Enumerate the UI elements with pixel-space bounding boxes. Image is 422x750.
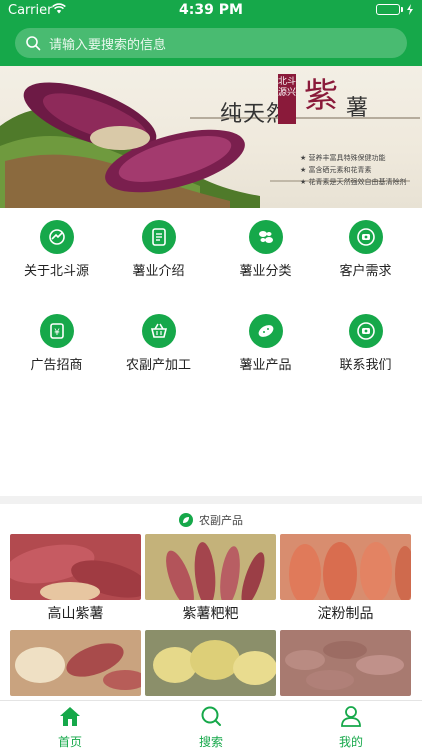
app-screen: Carrier 4:39 PM 请输入要搜索的信息 纯天然 北斗源兴 紫 薯 ★… xyxy=(0,0,422,750)
category-label: 关于北斗源 xyxy=(23,264,89,279)
tab-profile[interactable]: 我的 xyxy=(311,705,391,750)
category-contact[interactable]: 联系我们 xyxy=(313,314,418,374)
section-header: 农副产品 xyxy=(0,510,422,530)
category-grid: 关于北斗源 薯业介绍 薯业分类 客户需求 ¥ 广告招商 农副产加工 薯业产品 联… xyxy=(0,208,422,496)
leaves-icon xyxy=(248,220,283,254)
product-image xyxy=(280,534,411,600)
clock: 4:39 PM xyxy=(179,2,243,18)
product-image xyxy=(145,630,276,696)
potato-icon xyxy=(248,314,283,348)
product-card[interactable]: 淀粉制品 xyxy=(280,534,411,628)
product-card[interactable]: 高山紫薯 xyxy=(10,534,141,628)
product-grid: 高山紫薯 紫薯粑粑 淀粉制品 xyxy=(10,534,412,698)
phone-icon xyxy=(348,314,383,348)
search-icon xyxy=(201,706,221,726)
home-icon xyxy=(60,707,80,726)
section-divider xyxy=(0,496,422,504)
category-customer[interactable]: 客户需求 xyxy=(313,220,418,280)
banner-bullet: ★ 营养丰富具特殊保健功能 xyxy=(300,154,386,162)
category-ads[interactable]: ¥ 广告招商 xyxy=(4,314,109,374)
section-title: 农副产品 xyxy=(199,514,243,527)
search-placeholder: 请输入要搜索的信息 xyxy=(49,37,167,53)
category-intro[interactable]: 薯业介绍 xyxy=(106,220,211,280)
banner-big-char: 紫 xyxy=(304,76,338,116)
banner-big-char2: 薯 xyxy=(346,96,369,121)
banner-bullets: ★ 营养丰富具特殊保健功能 ★ 富含硒元素和花青素 ★ 花青素是天然强效自由基清… xyxy=(300,152,407,188)
product-label: 高山紫薯 xyxy=(47,606,104,622)
phone-icon xyxy=(348,220,383,254)
search-bar[interactable]: 请输入要搜索的信息 xyxy=(15,28,407,58)
category-products[interactable]: 薯业产品 xyxy=(213,314,318,374)
chart-icon xyxy=(39,220,74,254)
tab-home[interactable]: 首页 xyxy=(30,705,110,750)
tab-bar: 首页 搜索 我的 xyxy=(0,700,422,750)
category-label: 广告招商 xyxy=(30,358,83,373)
yen-icon: ¥ xyxy=(39,314,74,348)
document-icon xyxy=(141,220,176,254)
category-about[interactable]: 关于北斗源 xyxy=(4,220,109,280)
product-image xyxy=(145,534,276,600)
category-processing[interactable]: 农副产加工 xyxy=(106,314,211,374)
banner-stamp: 北斗源兴 xyxy=(278,74,296,124)
banner[interactable]: 纯天然 北斗源兴 紫 薯 ★ 营养丰富具特殊保健功能 ★ 富含硒元素和花青素 ★… xyxy=(0,66,422,208)
search-icon xyxy=(26,36,41,51)
leaf-icon xyxy=(179,513,193,527)
category-label: 薯业产品 xyxy=(239,358,292,373)
profile-icon xyxy=(341,706,361,727)
category-label: 薯业分类 xyxy=(239,264,292,279)
tab-label: 我的 xyxy=(338,735,363,749)
category-label: 薯业介绍 xyxy=(132,264,185,279)
product-image xyxy=(280,630,411,696)
category-label: 客户需求 xyxy=(339,264,392,279)
tab-label: 搜索 xyxy=(198,735,223,749)
product-card[interactable]: 紫薯粑粑 xyxy=(145,534,276,628)
product-image xyxy=(10,630,141,696)
product-label: 紫薯粑粑 xyxy=(182,606,239,622)
battery-icon xyxy=(376,4,414,15)
category-label: 农副产加工 xyxy=(125,358,191,373)
banner-bullet: ★ 富含硒元素和花青素 xyxy=(300,166,372,174)
tab-label: 首页 xyxy=(57,735,82,749)
product-label: 淀粉制品 xyxy=(317,606,374,622)
svg-text:¥: ¥ xyxy=(54,328,60,338)
category-types[interactable]: 薯业分类 xyxy=(213,220,318,280)
category-label: 联系我们 xyxy=(339,358,392,373)
banner-bullet: ★ 花青素是天然强效自由基清除剂 xyxy=(300,178,407,186)
status-bar: Carrier 4:39 PM xyxy=(0,0,422,22)
header: Carrier 4:39 PM 请输入要搜索的信息 xyxy=(0,0,422,66)
product-image xyxy=(10,534,141,600)
tab-search[interactable]: 搜索 xyxy=(171,705,251,750)
basket-icon xyxy=(141,314,176,348)
